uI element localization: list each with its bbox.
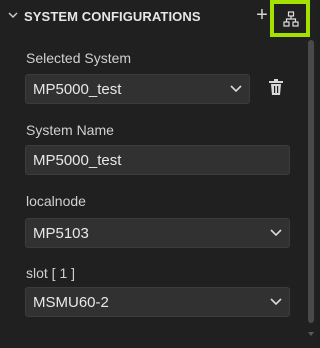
trash-icon[interactable]	[269, 79, 283, 96]
panel-title: SYSTEM CONFIGURATIONS	[24, 9, 201, 24]
add-system-button[interactable]: +	[253, 4, 271, 26]
localnode-label: localnode	[26, 193, 86, 209]
system-name-input[interactable]: MP5000_test	[25, 145, 290, 175]
topology-button[interactable]	[270, 0, 310, 37]
chevron-down-icon	[270, 229, 282, 237]
selected-system-value: MP5000_test	[33, 81, 122, 98]
system-configurations-panel: SYSTEM CONFIGURATIONS + Selected System …	[0, 0, 317, 348]
panel-header[interactable]: SYSTEM CONFIGURATIONS +	[0, 0, 317, 37]
vertical-scrollbar[interactable]	[307, 37, 315, 337]
chevron-down-icon	[270, 298, 282, 306]
topology-icon	[283, 11, 299, 27]
localnode-value: MP5103	[33, 225, 89, 242]
slot-label: slot [ 1 ]	[26, 265, 76, 281]
selected-system-label: Selected System	[26, 50, 132, 66]
localnode-dropdown[interactable]: MP5103	[25, 218, 290, 248]
slot-dropdown[interactable]: MSMU60-2	[25, 287, 290, 317]
system-name-value: MP5000_test	[33, 152, 122, 169]
scrollbar-thumb[interactable]	[308, 40, 314, 323]
scroll-down-arrow-icon[interactable]	[307, 331, 315, 337]
selected-system-dropdown[interactable]: MP5000_test	[25, 74, 250, 104]
chevron-down-icon	[230, 85, 242, 93]
system-name-label: System Name	[26, 122, 114, 138]
chevron-down-icon[interactable]	[8, 10, 18, 20]
slot-value: MSMU60-2	[33, 294, 109, 311]
